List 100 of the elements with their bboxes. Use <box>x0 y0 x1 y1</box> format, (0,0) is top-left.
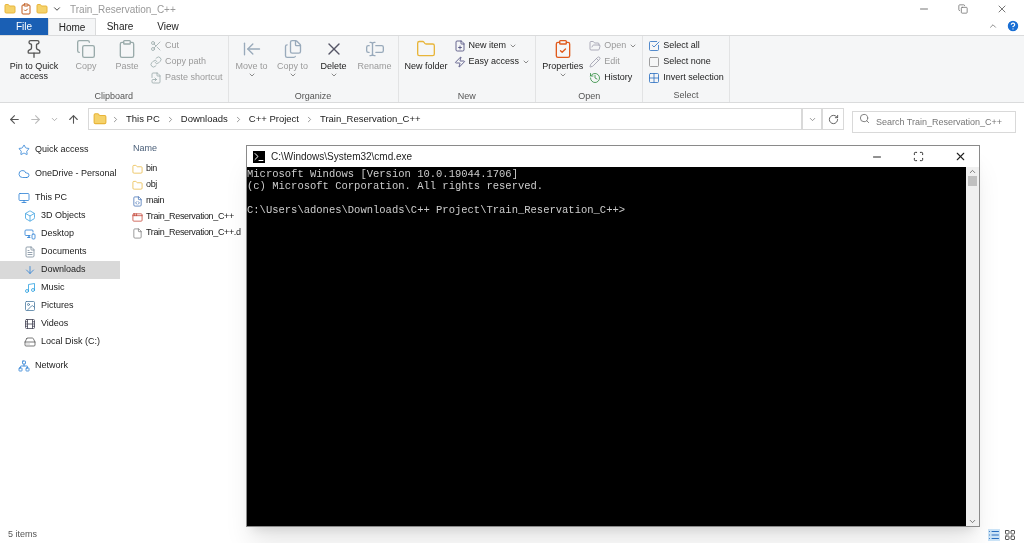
shortcut-icon <box>150 72 162 84</box>
drive-icon <box>24 336 36 348</box>
ribbon-button[interactable]: Easy access <box>451 54 533 70</box>
nav-item[interactable]: 3D Objects <box>0 207 120 225</box>
details-view-icon[interactable] <box>988 529 1000 541</box>
image-icon <box>24 300 36 312</box>
scrollbar[interactable] <box>966 167 979 526</box>
back-icon[interactable] <box>8 112 21 126</box>
folder-icon <box>589 40 602 52</box>
folder-icon <box>416 39 437 59</box>
large-icons-view-icon[interactable] <box>1004 529 1016 541</box>
ribbon-button[interactable]: Properties <box>539 36 587 90</box>
music-icon <box>24 282 36 294</box>
ribbon-button[interactable]: History <box>587 70 640 86</box>
breadcrumb[interactable]: Train_Reservation_C++ <box>317 111 423 127</box>
nav-item[interactable]: Pictures <box>0 297 120 315</box>
clipboard-icon <box>117 39 137 59</box>
console-line: (c) Microsoft Corporation. All rights reserved. <box>247 180 544 192</box>
collapse-ribbon-icon[interactable] <box>988 21 998 31</box>
caret-icon <box>288 71 297 79</box>
nav-item[interactable]: Music <box>0 279 120 297</box>
monitor-icon <box>18 192 30 204</box>
breadcrumb[interactable]: C++ Project <box>246 111 301 127</box>
desktop-icon <box>24 228 36 240</box>
star-icon <box>18 144 30 156</box>
ribbon-tab[interactable]: Share <box>96 18 144 35</box>
chevron-icon <box>111 114 120 124</box>
console-title: C:\Windows\System32\cmd.exe <box>271 150 414 164</box>
address-bar[interactable]: This PC Downloads C++ Project Train_Reservation_C++ <box>88 108 802 130</box>
link-icon <box>150 56 162 68</box>
folder-icon <box>132 179 143 191</box>
scroll-up-icon[interactable] <box>968 167 977 176</box>
search-icon <box>859 113 870 124</box>
folder-icon[interactable] <box>36 3 48 15</box>
ribbon-button[interactable]: Select none <box>646 54 726 70</box>
search-field[interactable]: Search Train_Reservation_C++ <box>852 111 1016 133</box>
ribbon-tab[interactable]: View <box>144 18 192 35</box>
ribbon-tab[interactable]: File <box>0 18 48 35</box>
file-row[interactable]: main <box>132 193 165 209</box>
file-icon <box>132 227 143 239</box>
up-icon[interactable] <box>67 112 80 126</box>
forward-icon[interactable] <box>29 112 42 126</box>
ribbon-button[interactable]: Select all <box>646 38 726 54</box>
caret-icon <box>247 71 256 79</box>
status-text: 5 items <box>8 528 37 542</box>
nav-item[interactable]: This PC <box>0 189 120 207</box>
nav-item[interactable]: Downloads <box>0 261 120 279</box>
ribbon-button[interactable]: Invert selection <box>646 70 726 86</box>
caret-icon <box>629 42 638 50</box>
app-icon <box>132 211 143 223</box>
nav-item[interactable]: Desktop <box>0 225 120 243</box>
file-row[interactable]: bin <box>132 161 157 177</box>
document-icon <box>24 246 36 258</box>
ribbon-button[interactable]: Delete <box>313 36 354 90</box>
file-row[interactable]: Train_Reservation_C++ <box>132 209 234 225</box>
nav-item[interactable]: OneDrive - Personal <box>0 165 120 183</box>
console-icon <box>253 150 265 163</box>
console-line: C:\Users\adones\Downloads\C++ Project\Train_Reservation_C++> <box>247 204 626 216</box>
film-icon <box>24 318 36 330</box>
new-file-icon <box>453 40 466 52</box>
breadcrumb[interactable]: This PC <box>124 111 162 127</box>
maximize-icon[interactable] <box>913 151 924 162</box>
group-label: Organize <box>293 90 333 103</box>
nav-item[interactable]: Network <box>0 357 120 375</box>
files-icon <box>282 39 303 59</box>
nav-item[interactable]: Documents <box>0 243 120 261</box>
file-row[interactable]: obj <box>132 177 157 193</box>
help-icon[interactable] <box>1006 19 1020 33</box>
group-label: Clipboard <box>93 90 135 103</box>
ribbon-tab[interactable]: Home <box>48 18 96 35</box>
close-icon[interactable] <box>954 150 967 163</box>
ribbon-button[interactable]: Pin to Quick access <box>3 36 65 90</box>
square-icon <box>648 56 661 68</box>
restore-icon[interactable] <box>958 4 968 14</box>
copy-icon <box>76 39 96 59</box>
ribbon-button[interactable]: New item <box>451 38 533 54</box>
rename-icon <box>364 39 385 59</box>
customize-toolbar-icon[interactable] <box>52 4 62 14</box>
ribbon-button[interactable]: New folder <box>401 36 451 90</box>
nav-item[interactable]: Quick access <box>0 141 120 159</box>
group-label: New <box>456 90 477 103</box>
breadcrumb[interactable]: Downloads <box>178 111 230 127</box>
network-icon <box>18 360 30 372</box>
history-icon <box>589 72 602 84</box>
group-label: Select <box>672 89 700 102</box>
column-header[interactable]: Name <box>132 142 157 156</box>
cube-icon <box>24 210 36 222</box>
folder-icon <box>93 112 107 126</box>
nav-item[interactable]: Local Disk (C:) <box>0 333 120 351</box>
properties-icon[interactable] <box>20 3 32 15</box>
scissors-icon <box>150 40 162 52</box>
scroll-down-icon[interactable] <box>968 517 977 526</box>
nav-item[interactable]: Videos <box>0 315 120 333</box>
group-label: Open <box>577 90 602 103</box>
checkbox-icon <box>648 40 661 52</box>
file-row[interactable]: Train_Reservation_C++.d <box>132 225 241 241</box>
scroll-thumb[interactable] <box>968 176 977 186</box>
refresh-button[interactable] <box>822 108 844 130</box>
refresh-icon <box>827 113 839 125</box>
caret-icon <box>558 71 567 79</box>
